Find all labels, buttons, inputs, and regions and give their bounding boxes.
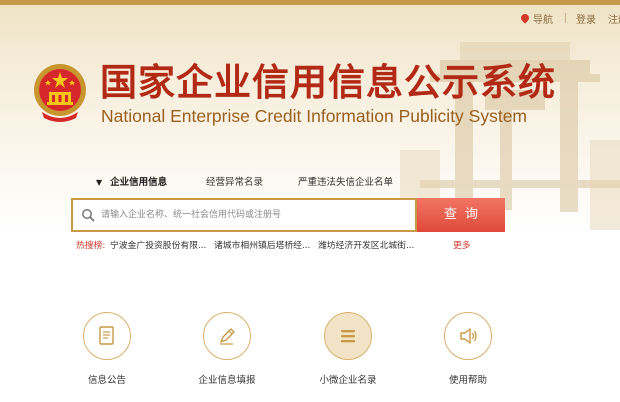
- speaker-icon: [460, 328, 477, 344]
- register-link[interactable]: 注册: [608, 11, 620, 26]
- search-input[interactable]: [101, 201, 415, 229]
- search-box: [71, 198, 417, 232]
- top-nav: 导航 登录 注册: [519, 10, 620, 26]
- service-small-micro-list[interactable]: 小微企业名录: [308, 312, 388, 402]
- hot-search-item[interactable]: 潍坊经济开发区北城街...: [318, 238, 414, 251]
- more-link[interactable]: 更多: [453, 238, 471, 251]
- search-button[interactable]: 查询: [417, 198, 505, 232]
- service-enterprise-filing[interactable]: 企业信息填报: [187, 312, 267, 402]
- tab-label: 经营异常名录: [206, 177, 264, 188]
- tab-label: 企业信用信息: [110, 177, 168, 188]
- hot-search-item[interactable]: 宁波金广投资股份有限...: [110, 238, 206, 251]
- service-label: 使用帮助: [448, 375, 487, 386]
- divider: [565, 13, 566, 23]
- hero-banner: 导航 登录 注册 国家企业信用信息公示系统 National Enterpris…: [0, 0, 620, 232]
- hot-search-item[interactable]: 诸城市相州镇后塔桥经...: [214, 238, 310, 251]
- location-pin-icon: [519, 12, 531, 24]
- tab-serious-violation-list[interactable]: 严重违法失信企业名单: [298, 174, 393, 188]
- service-label: 信息公告: [87, 375, 126, 386]
- service-info-notice[interactable]: 信息公告: [67, 312, 147, 402]
- search-icon: [82, 209, 95, 222]
- service-circle: [203, 312, 251, 360]
- service-circle: [83, 312, 131, 360]
- nav-link[interactable]: 导航: [519, 11, 553, 26]
- list-icon: [341, 330, 355, 343]
- national-emblem-icon: [34, 64, 86, 122]
- nav-label: 导航: [533, 14, 553, 26]
- service-label: 小微企业名录: [319, 375, 377, 386]
- document-icon: [99, 326, 114, 345]
- pen-icon: [220, 328, 235, 345]
- tab-enterprise-credit[interactable]: ▼ 企业信用信息: [96, 174, 167, 188]
- tab-abnormal-list[interactable]: 经营异常名录: [206, 174, 263, 188]
- tab-label: 严重违法失信企业名单: [298, 177, 394, 188]
- login-link[interactable]: 登录: [576, 11, 596, 26]
- service-label: 企业信息填报: [198, 375, 256, 386]
- top-strip: [0, 0, 620, 5]
- triangle-down-icon: ▼: [96, 178, 103, 187]
- service-help[interactable]: 使用帮助: [428, 312, 508, 402]
- site-subtitle-en: National Enterprise Credit Information P…: [101, 106, 528, 126]
- service-circle: [324, 312, 372, 360]
- service-circle: [444, 312, 492, 360]
- hot-search-label: 热搜榜:: [76, 241, 106, 251]
- site-title: 国家企业信用信息公示系统: [100, 60, 556, 104]
